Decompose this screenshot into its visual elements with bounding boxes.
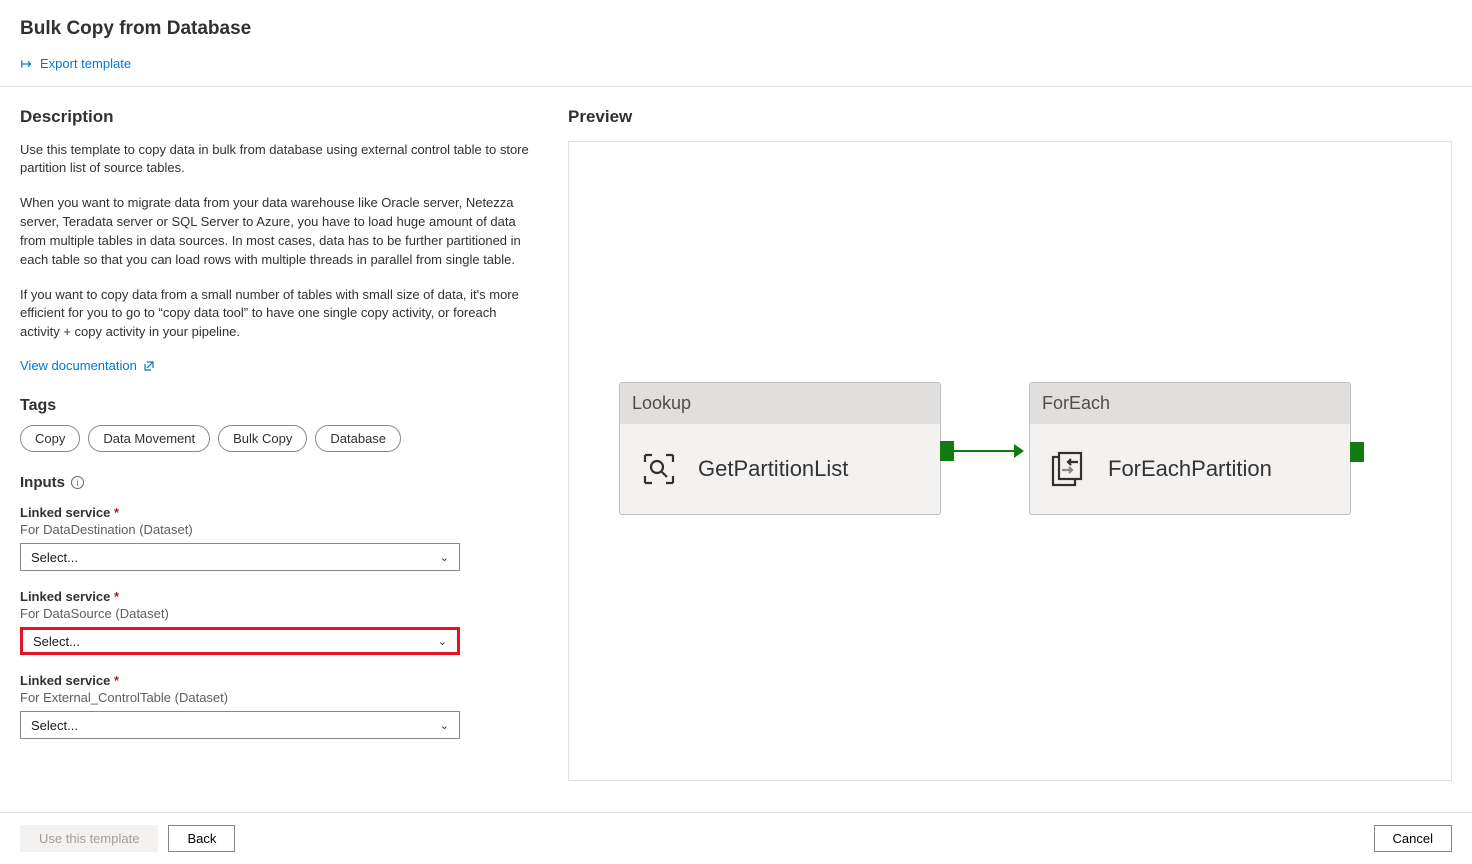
activity-header-lookup: Lookup — [620, 383, 940, 424]
input-label-1: Linked service * — [20, 505, 540, 520]
required-asterisk-2: * — [114, 589, 119, 604]
connector-success — [940, 441, 1024, 461]
input-group-datasource: Linked service * For DataSource (Dataset… — [20, 589, 540, 655]
tag-bulk-copy: Bulk Copy — [218, 425, 307, 452]
tags-container: Copy Data Movement Bulk Copy Database — [20, 425, 540, 452]
use-this-template-button: Use this template — [20, 825, 158, 852]
activity-body-lookup: GetPartitionList — [620, 424, 940, 514]
info-icon[interactable]: i — [71, 476, 84, 489]
chevron-down-icon: ⌄ — [440, 719, 449, 732]
activity-foreach[interactable]: ForEach ForEachPartition — [1029, 382, 1351, 515]
left-column: Description Use this template to copy da… — [20, 107, 540, 781]
select-placeholder-3: Select... — [31, 718, 78, 733]
description-text: Use this template to copy data in bulk f… — [20, 141, 540, 343]
required-asterisk-1: * — [114, 505, 119, 520]
connector-source-handle[interactable] — [940, 441, 954, 461]
cancel-button[interactable]: Cancel — [1374, 825, 1452, 852]
input-sublabel-3: For External_ControlTable (Dataset) — [20, 690, 540, 705]
input-label-text-3: Linked service — [20, 673, 110, 688]
right-column: Preview Lookup GetPartitionList — [568, 107, 1452, 781]
export-icon — [20, 57, 34, 71]
select-placeholder-1: Select... — [31, 550, 78, 565]
input-label-text-1: Linked service — [20, 505, 110, 520]
preview-heading: Preview — [568, 107, 1452, 127]
tag-database: Database — [315, 425, 401, 452]
view-documentation-link[interactable]: View documentation — [20, 358, 155, 373]
required-asterisk-3: * — [114, 673, 119, 688]
chevron-down-icon: ⌄ — [440, 551, 449, 564]
select-datasource[interactable]: Select... ⌄ — [20, 627, 460, 655]
activity-name-foreach: ForEachPartition — [1108, 456, 1272, 482]
footer-left: Use this template Back — [20, 825, 235, 852]
page-title: Bulk Copy from Database — [0, 0, 1472, 40]
activity-name-lookup: GetPartitionList — [698, 456, 848, 482]
inputs-heading: Inputs i — [20, 474, 84, 491]
activity-body-foreach: ForEachPartition — [1030, 424, 1350, 514]
connector-target-handle[interactable] — [1350, 442, 1364, 462]
chevron-down-icon: ⌄ — [438, 635, 447, 648]
description-paragraph-2: When you want to migrate data from your … — [20, 194, 530, 269]
export-template-label: Export template — [40, 56, 131, 71]
tags-heading: Tags — [20, 397, 540, 415]
input-sublabel-2: For DataSource (Dataset) — [20, 606, 540, 621]
input-label-2: Linked service * — [20, 589, 540, 604]
description-paragraph-1: Use this template to copy data in bulk f… — [20, 141, 530, 179]
description-heading: Description — [20, 107, 540, 127]
select-placeholder-2: Select... — [33, 634, 80, 649]
view-documentation-label: View documentation — [20, 358, 137, 373]
input-group-datadestination: Linked service * For DataDestination (Da… — [20, 505, 540, 571]
inputs-heading-label: Inputs — [20, 474, 65, 491]
description-paragraph-3: If you want to copy data from a small nu… — [20, 286, 530, 343]
activity-header-foreach: ForEach — [1030, 383, 1350, 424]
lookup-icon — [638, 448, 680, 490]
external-link-icon — [143, 360, 155, 372]
activity-lookup[interactable]: Lookup GetPartitionList — [619, 382, 941, 515]
connector-line — [954, 450, 1014, 452]
export-template-link[interactable]: Export template — [20, 56, 131, 71]
preview-canvas[interactable]: Lookup GetPartitionList — [568, 141, 1452, 781]
select-controltable[interactable]: Select... ⌄ — [20, 711, 460, 739]
input-label-text-2: Linked service — [20, 589, 110, 604]
connector-arrowhead — [1014, 444, 1024, 458]
main-content: Description Use this template to copy da… — [0, 87, 1472, 781]
select-datadestination[interactable]: Select... ⌄ — [20, 543, 460, 571]
tag-data-movement: Data Movement — [88, 425, 210, 452]
input-label-3: Linked service * — [20, 673, 540, 688]
tag-copy: Copy — [20, 425, 80, 452]
footer-bar: Use this template Back Cancel — [0, 812, 1472, 864]
toolbar: Export template — [0, 40, 1472, 87]
foreach-icon — [1048, 448, 1090, 490]
input-group-controltable: Linked service * For External_ControlTab… — [20, 673, 540, 739]
input-sublabel-1: For DataDestination (Dataset) — [20, 522, 540, 537]
back-button[interactable]: Back — [168, 825, 235, 852]
